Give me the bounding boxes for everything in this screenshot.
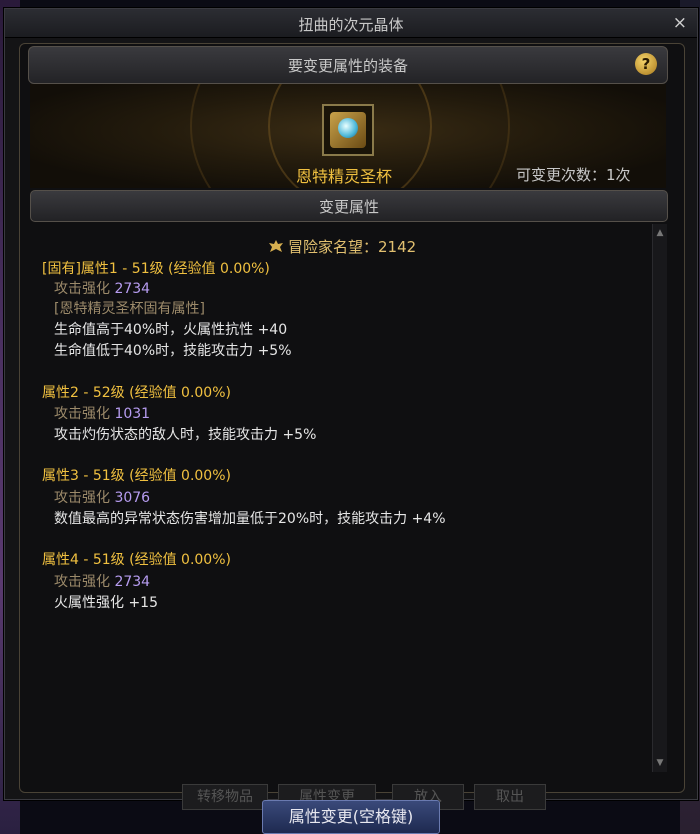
grail-icon-gem [338, 118, 358, 138]
attr-2-title: 属性2 - 52级 (经验值 0.00%) [42, 385, 231, 401]
attr-4-stat-label: 攻击强化 [54, 574, 110, 590]
attributes-scrollbar[interactable]: ▲ ▼ [652, 224, 667, 772]
equip-header-title: 要变更属性的装备 [287, 57, 408, 75]
attr-2-stat-value: 1031 [114, 406, 151, 422]
fame-crest-icon [269, 240, 283, 252]
adventurer-fame: 冒险家名望：2142 [268, 236, 416, 257]
help-icon[interactable]: ? [635, 53, 657, 75]
take-out-button: 取出 [474, 784, 546, 810]
attr-1-title: [固有]属性1 - 51级 (经验值 0.00%) [42, 261, 270, 277]
grail-item-icon[interactable] [322, 104, 374, 156]
change-count: 可变更次数：1次 [516, 166, 631, 184]
titlebar: 扭曲的次元晶体 × [5, 9, 697, 38]
attr-3-title: 属性3 - 51级 (经验值 0.00%) [42, 468, 231, 484]
attr-2-stat-label: 攻击强化 [54, 406, 110, 422]
attr-3-stat-label: 攻击强化 [54, 490, 110, 506]
item-name: 恩特精灵圣杯 [296, 167, 393, 186]
scroll-up-icon[interactable]: ▲ [654, 226, 666, 240]
attr-3-extra-1: 数值最高的异常状态伤害增加量低于20%时，技能攻击力 +4% [54, 511, 446, 527]
attr-3-stat: 攻击强化 3076 [54, 487, 150, 507]
scroll-down-icon[interactable]: ▼ [654, 756, 666, 770]
attr-2-extra-1: 攻击灼伤状态的敌人时，技能攻击力 +5% [54, 427, 317, 443]
close-icon[interactable]: × [673, 13, 687, 33]
attr-2-stat: 攻击强化 1031 [54, 403, 150, 423]
attr-1-stat-label: 攻击强化 [54, 281, 110, 297]
attr-1-stat: 攻击强化 2734 [54, 278, 150, 298]
equip-header-banner: 要变更属性的装备 ? [28, 46, 668, 84]
attr-1-extra-2: 生命值高于40%时，火属性抗性 +40 [54, 322, 288, 338]
attributes-header-banner: 变更属性 [30, 190, 668, 222]
attr-4-stat: 攻击强化 2734 [54, 571, 150, 591]
attributes-list: 冒险家名望：2142 [固有]属性1 - 51级 (经验值 0.00%) 攻击强… [30, 222, 650, 770]
attr-1-stat-value: 2734 [114, 281, 151, 297]
attr-4-extra-1: 火属性强化 +15 [54, 595, 158, 611]
attr-3-stat-value: 3076 [114, 490, 151, 506]
attr-1-extra-1: [恩特精灵圣杯固有属性] [54, 301, 205, 317]
fame-text: 冒险家名望：2142 [288, 238, 417, 256]
attr-4-stat-value: 2734 [114, 574, 151, 590]
transfer-item-button: 转移物品 [182, 784, 268, 810]
attribute-change-button[interactable]: 属性变更(空格键) [262, 800, 440, 834]
attr-4-title: 属性4 - 51级 (经验值 0.00%) [42, 552, 231, 568]
attr-1-extra-3: 生命值低于40%时，技能攻击力 +5% [54, 343, 292, 359]
window-title: 扭曲的次元晶体 [298, 16, 404, 34]
attributes-header-title: 变更属性 [318, 198, 379, 216]
